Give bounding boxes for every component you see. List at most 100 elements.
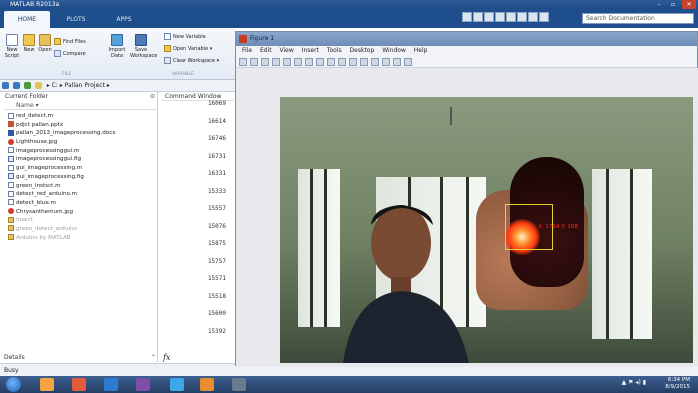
- file-list-item[interactable]: red_detect.m: [4, 112, 158, 121]
- panel-actions-icon[interactable]: ⊙: [150, 92, 155, 101]
- colorbar-icon[interactable]: [371, 58, 379, 66]
- new-button[interactable]: New: [22, 34, 36, 53]
- system-tray[interactable]: ▲ ⚑ ◂) ▮: [622, 379, 646, 386]
- brush-icon[interactable]: [349, 58, 357, 66]
- redo-icon[interactable]: [517, 12, 527, 22]
- file-list-item[interactable]: Chrysanthemum.jpg: [4, 208, 158, 217]
- folder-icon: [8, 234, 14, 241]
- copy-icon[interactable]: [484, 12, 494, 22]
- legend-icon[interactable]: [382, 58, 390, 66]
- link-plot-icon[interactable]: [360, 58, 368, 66]
- file-list-item[interactable]: green_instsct.m: [4, 182, 158, 191]
- file-explorer-icon[interactable]: [40, 378, 54, 391]
- menu-file[interactable]: File: [242, 47, 252, 54]
- file-list-item[interactable]: imageprocessinggui.fig: [4, 155, 158, 164]
- start-button[interactable]: [6, 377, 21, 392]
- address-path[interactable]: ▸ C: ▸ Pallan Project ▸: [47, 82, 110, 89]
- new-variable-button[interactable]: New Variable: [164, 33, 206, 41]
- open-button[interactable]: Open: [38, 34, 52, 53]
- paint-icon[interactable]: [104, 378, 118, 391]
- import-data-button[interactable]: Import Data: [108, 34, 126, 59]
- file-list-item[interactable]: gui_imageprocessing.m: [4, 164, 158, 173]
- zoom-in-icon[interactable]: [294, 58, 302, 66]
- open-file-icon[interactable]: [250, 58, 258, 66]
- tab-apps[interactable]: APPS: [102, 11, 146, 28]
- compare-button[interactable]: Compare: [54, 50, 86, 58]
- undo-icon[interactable]: [506, 12, 516, 22]
- forward-arrow-icon[interactable]: [12, 82, 20, 89]
- clear-workspace-button[interactable]: Clear Workspace ▾: [164, 57, 219, 65]
- maximize-button[interactable]: ▫: [666, 0, 680, 9]
- file-name: imageprocessinggui.fig: [16, 156, 82, 163]
- matlab-icon[interactable]: [200, 378, 214, 391]
- zoom-out-icon[interactable]: [305, 58, 313, 66]
- print-icon[interactable]: [272, 58, 280, 66]
- new-script-button[interactable]: New Script: [4, 34, 20, 59]
- folder-open-icon: [39, 34, 51, 46]
- skype-icon[interactable]: [170, 378, 184, 391]
- save-figure-icon[interactable]: [261, 58, 269, 66]
- wall-pipe: [450, 107, 452, 125]
- new-script-label: New Script: [4, 47, 20, 59]
- close-button[interactable]: ✕: [682, 0, 696, 9]
- menu-edit[interactable]: Edit: [260, 47, 272, 54]
- save-workspace-button[interactable]: Save Workspace: [130, 34, 157, 59]
- new-figure-icon[interactable]: [239, 58, 247, 66]
- file-list-item[interactable]: gui_imageprocessing.fig: [4, 173, 158, 182]
- file-name: green_detect_arduino: [16, 225, 77, 232]
- back-arrow-icon[interactable]: [2, 82, 9, 89]
- camera-app-icon[interactable]: [232, 378, 246, 391]
- minimize-button[interactable]: –: [652, 0, 666, 9]
- taskbar-clock[interactable]: 6:34 PM 8/9/2015: [650, 377, 690, 391]
- file-name: Chrysanthemum.jpg: [16, 208, 74, 215]
- menu-help[interactable]: Help: [414, 47, 428, 54]
- chrome-icon[interactable]: [72, 378, 86, 391]
- browse-folder-icon[interactable]: [34, 82, 42, 89]
- save-workspace-label: Save Workspace: [130, 47, 158, 59]
- tab-home[interactable]: HOME: [4, 11, 50, 28]
- file-list-item[interactable]: Arduino by MATLAB: [4, 234, 158, 243]
- switch-windows-icon[interactable]: [528, 12, 538, 22]
- file-list-item[interactable]: imageprocessinggui.m: [4, 147, 158, 156]
- file-list-item[interactable]: detect_blue.m: [4, 199, 158, 208]
- paste-icon[interactable]: [495, 12, 505, 22]
- windows-taskbar: ▲ ⚑ ◂) ▮ 6:34 PM 8/9/2015: [0, 376, 698, 393]
- open-variable-button[interactable]: Open Variable ▾: [164, 45, 212, 53]
- command-window[interactable]: Command Window 16069 16614 16746 16731 16331…: [162, 92, 234, 362]
- menu-insert[interactable]: Insert: [302, 47, 319, 54]
- current-folder-header: Current Folder ⊙: [4, 92, 157, 101]
- search-documentation-input[interactable]: Search Documentation: [582, 13, 694, 24]
- chevron-up-icon[interactable]: ⌃: [151, 354, 156, 361]
- save-icon[interactable]: [462, 12, 472, 22]
- tab-plots[interactable]: PLOTS: [54, 11, 98, 28]
- cut-icon[interactable]: [473, 12, 483, 22]
- details-panel-header[interactable]: Details ⌃: [4, 354, 158, 362]
- file-list-item[interactable]: pallan_2013_imageprocessing.docx: [4, 129, 158, 138]
- show-plot-tools-icon[interactable]: [404, 58, 412, 66]
- current-folder-address-bar[interactable]: ▸ C: ▸ Pallan Project ▸: [0, 80, 235, 92]
- find-files-button[interactable]: Find Files: [54, 38, 86, 46]
- pan-icon[interactable]: [316, 58, 324, 66]
- name-column-header[interactable]: Name ▾: [4, 101, 157, 110]
- file-list-item[interactable]: Lighthouse.jpg: [4, 138, 158, 147]
- menu-desktop[interactable]: Desktop: [350, 47, 375, 54]
- up-folder-icon[interactable]: [23, 82, 31, 89]
- menu-tools[interactable]: Tools: [327, 47, 342, 54]
- edit-plot-icon[interactable]: [283, 58, 291, 66]
- clock-date: 8/9/2015: [665, 384, 690, 390]
- file-list-item[interactable]: green_detect_arduino: [4, 225, 158, 234]
- figure-title-bar[interactable]: Figure 1: [236, 32, 697, 46]
- file-list-item[interactable]: detect_red_arduino.m: [4, 190, 158, 199]
- data-cursor-icon[interactable]: [338, 58, 346, 66]
- file-list-item[interactable]: insect: [4, 216, 158, 225]
- menu-window[interactable]: Window: [382, 47, 406, 54]
- command-output-line: 16614: [207, 117, 226, 125]
- file-list-item[interactable]: pdjct pallan.pptx: [4, 121, 158, 130]
- menu-view[interactable]: View: [280, 47, 294, 54]
- details-label: Details: [4, 354, 25, 361]
- rotate-3d-icon[interactable]: [327, 58, 335, 66]
- media-icon[interactable]: [136, 378, 150, 391]
- help-icon[interactable]: [539, 12, 549, 22]
- ribbon-home-panel: New Script New Open Find Files Compare I…: [0, 28, 235, 80]
- hide-plot-tools-icon[interactable]: [393, 58, 401, 66]
